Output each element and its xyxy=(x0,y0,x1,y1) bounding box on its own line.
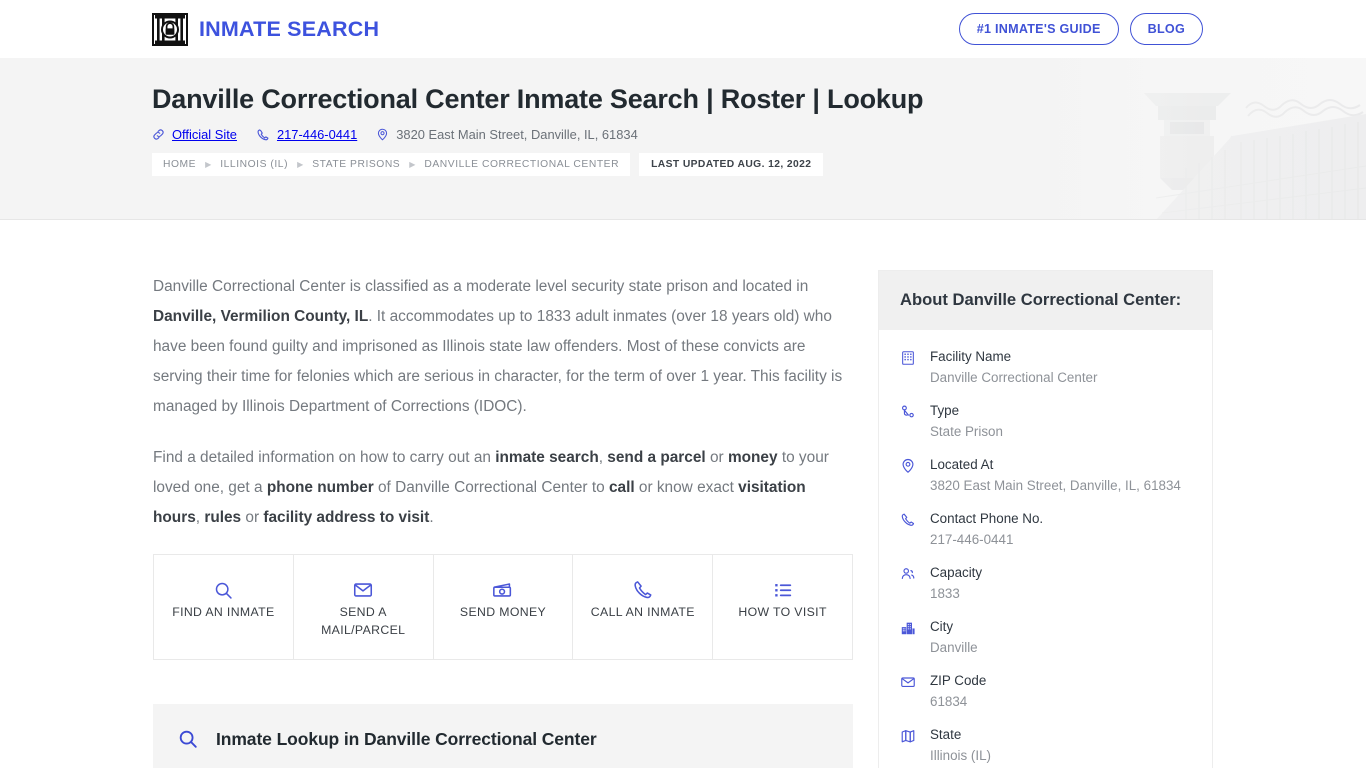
people-icon xyxy=(900,564,918,604)
fact-value: State Prison xyxy=(930,423,1003,439)
top-navbar: INMATE SEARCH #1 INMATE'S GUIDE BLOG xyxy=(0,0,1366,58)
fact-key: Contact Phone No. xyxy=(930,510,1044,526)
action-call-an-inmate[interactable]: CALL AN INMATE xyxy=(573,555,714,659)
inmate-lookup-section: Inmate Lookup in Danville Correctional C… xyxy=(153,704,853,768)
last-updated-badge: LAST UPDATED AUG. 12, 2022 xyxy=(639,153,824,177)
fact-key: Located At xyxy=(930,456,994,472)
action-send-money[interactable]: SEND MONEY xyxy=(434,555,574,659)
brand-name: INMATE SEARCH xyxy=(199,16,380,41)
hero-address: 3820 East Main Street, Danville, IL, 618… xyxy=(376,127,638,142)
about-facility-list: Facility Name Danville Correctional Cent… xyxy=(879,330,1212,768)
fact-capacity: Capacity 1833 xyxy=(900,564,1191,604)
fact-city: City Danville xyxy=(900,618,1191,658)
fact-value: 217-446-0441 xyxy=(930,531,1014,547)
main-content: Danville Correctional Center is classifi… xyxy=(153,220,853,768)
action-label: HOW TO VISIT xyxy=(738,605,827,619)
fact-key: City xyxy=(930,618,954,634)
hero-phone-link[interactable]: 217-446-0441 xyxy=(256,127,357,142)
breadcrumb: HOME ▶ ILLINOIS (IL) ▶ STATE PRISONS ▶ D… xyxy=(152,153,1366,177)
action-label: SEND MONEY xyxy=(459,605,547,619)
map-pin-icon xyxy=(900,456,918,496)
about-facility-card: About Danville Correctional Center: Faci… xyxy=(878,270,1213,768)
envelope-icon xyxy=(300,577,427,603)
phone-icon xyxy=(256,128,270,142)
hero-meta: Official Site 217-446-0441 3820 East Mai… xyxy=(152,127,1366,142)
page-title: Danville Correctional Center Inmate Sear… xyxy=(152,84,924,114)
fact-value: Illinois (IL) xyxy=(930,747,992,763)
action-label: SEND A MAIL/PARCEL xyxy=(321,605,406,637)
hero-phone-number: 217-446-0441 xyxy=(276,127,358,143)
breadcrumb-item-state-prisons[interactable]: STATE PRISONS xyxy=(312,159,400,170)
fact-value: Danville xyxy=(930,639,978,655)
official-site-label: Official Site xyxy=(172,127,237,143)
city-icon xyxy=(900,618,918,658)
building-icon xyxy=(900,348,918,388)
action-label: CALL AN INMATE xyxy=(590,605,695,619)
envelope-icon xyxy=(900,672,918,712)
inmates-guide-button[interactable]: #1 INMATE'S GUIDE xyxy=(958,13,1119,45)
fact-value: 1833 xyxy=(930,585,960,601)
fact-key: ZIP Code xyxy=(930,672,987,688)
search-icon xyxy=(177,728,199,750)
breadcrumb-item-current: DANVILLE CORRECTIONAL CENTER xyxy=(424,159,620,171)
quick-actions: FIND AN INMATE SEND A MAIL/PARCEL SEND M… xyxy=(153,554,853,660)
breadcrumb-item-illinois[interactable]: ILLINOIS (IL) xyxy=(220,159,288,170)
fact-zip-code: ZIP Code 61834 xyxy=(900,672,1191,712)
chevron-right-icon: ▶ xyxy=(409,160,416,170)
intro-paragraph-1: Danville Correctional Center is classifi… xyxy=(153,278,843,415)
hero-banner: Danville Correctional Center Inmate Sear… xyxy=(0,58,1366,220)
fact-key: Type xyxy=(930,402,960,418)
action-find-an-inmate[interactable]: FIND AN INMATE xyxy=(154,555,294,659)
fact-contact-phone: Contact Phone No. 217-446-0441 xyxy=(900,510,1191,550)
map-pin-icon xyxy=(376,128,389,141)
action-how-to-visit[interactable]: HOW TO VISIT xyxy=(713,555,852,659)
fact-value: Danville Correctional Center xyxy=(930,369,1098,385)
nav-actions: #1 INMATE'S GUIDE BLOG xyxy=(958,13,1203,45)
blog-button[interactable]: BLOG xyxy=(1129,13,1203,45)
action-label: FIND AN INMATE xyxy=(172,605,275,619)
fact-key: Facility Name xyxy=(930,348,1012,364)
chevron-right-icon: ▶ xyxy=(297,160,304,170)
link-icon xyxy=(152,128,165,141)
map-icon xyxy=(900,726,918,766)
lookup-title: Inmate Lookup in Danville Correctional C… xyxy=(216,728,597,749)
phone-icon xyxy=(900,510,918,550)
phone-icon xyxy=(579,577,706,603)
fact-facility-name: Facility Name Danville Correctional Cent… xyxy=(900,348,1191,388)
breadcrumb-list: HOME ▶ ILLINOIS (IL) ▶ STATE PRISONS ▶ D… xyxy=(152,153,631,177)
intro-paragraph-2: Find a detailed information on how to ca… xyxy=(153,449,829,526)
fact-value: 3820 East Main Street, Danville, IL, 618… xyxy=(930,477,1181,493)
jail-padlock-icon xyxy=(152,12,188,46)
about-facility-title: About Danville Correctional Center: xyxy=(900,290,1182,309)
network-icon xyxy=(900,402,918,442)
action-send-a-mail-parcel[interactable]: SEND A MAIL/PARCEL xyxy=(294,555,434,659)
fact-state: State Illinois (IL) xyxy=(900,726,1191,766)
fact-key: State xyxy=(930,726,962,742)
official-site-link[interactable]: Official Site xyxy=(152,127,237,142)
fact-value: 61834 xyxy=(930,693,968,709)
page-body: Danville Correctional Center is classifi… xyxy=(0,220,1366,768)
fact-type: Type State Prison xyxy=(900,402,1191,442)
fact-key: Capacity xyxy=(930,564,983,580)
hero-address-text: 3820 East Main Street, Danville, IL, 618… xyxy=(396,127,638,143)
search-icon xyxy=(160,577,287,603)
fact-located-at: Located At 3820 East Main Street, Danvil… xyxy=(900,456,1191,496)
sidebar: About Danville Correctional Center: Faci… xyxy=(878,220,1213,768)
about-facility-header: About Danville Correctional Center: xyxy=(879,271,1212,330)
brand-logo-link[interactable]: INMATE SEARCH xyxy=(152,12,380,46)
money-icon xyxy=(440,577,567,603)
chevron-right-icon: ▶ xyxy=(205,160,212,170)
list-icon xyxy=(719,577,846,603)
breadcrumb-item-home[interactable]: HOME xyxy=(163,159,196,170)
